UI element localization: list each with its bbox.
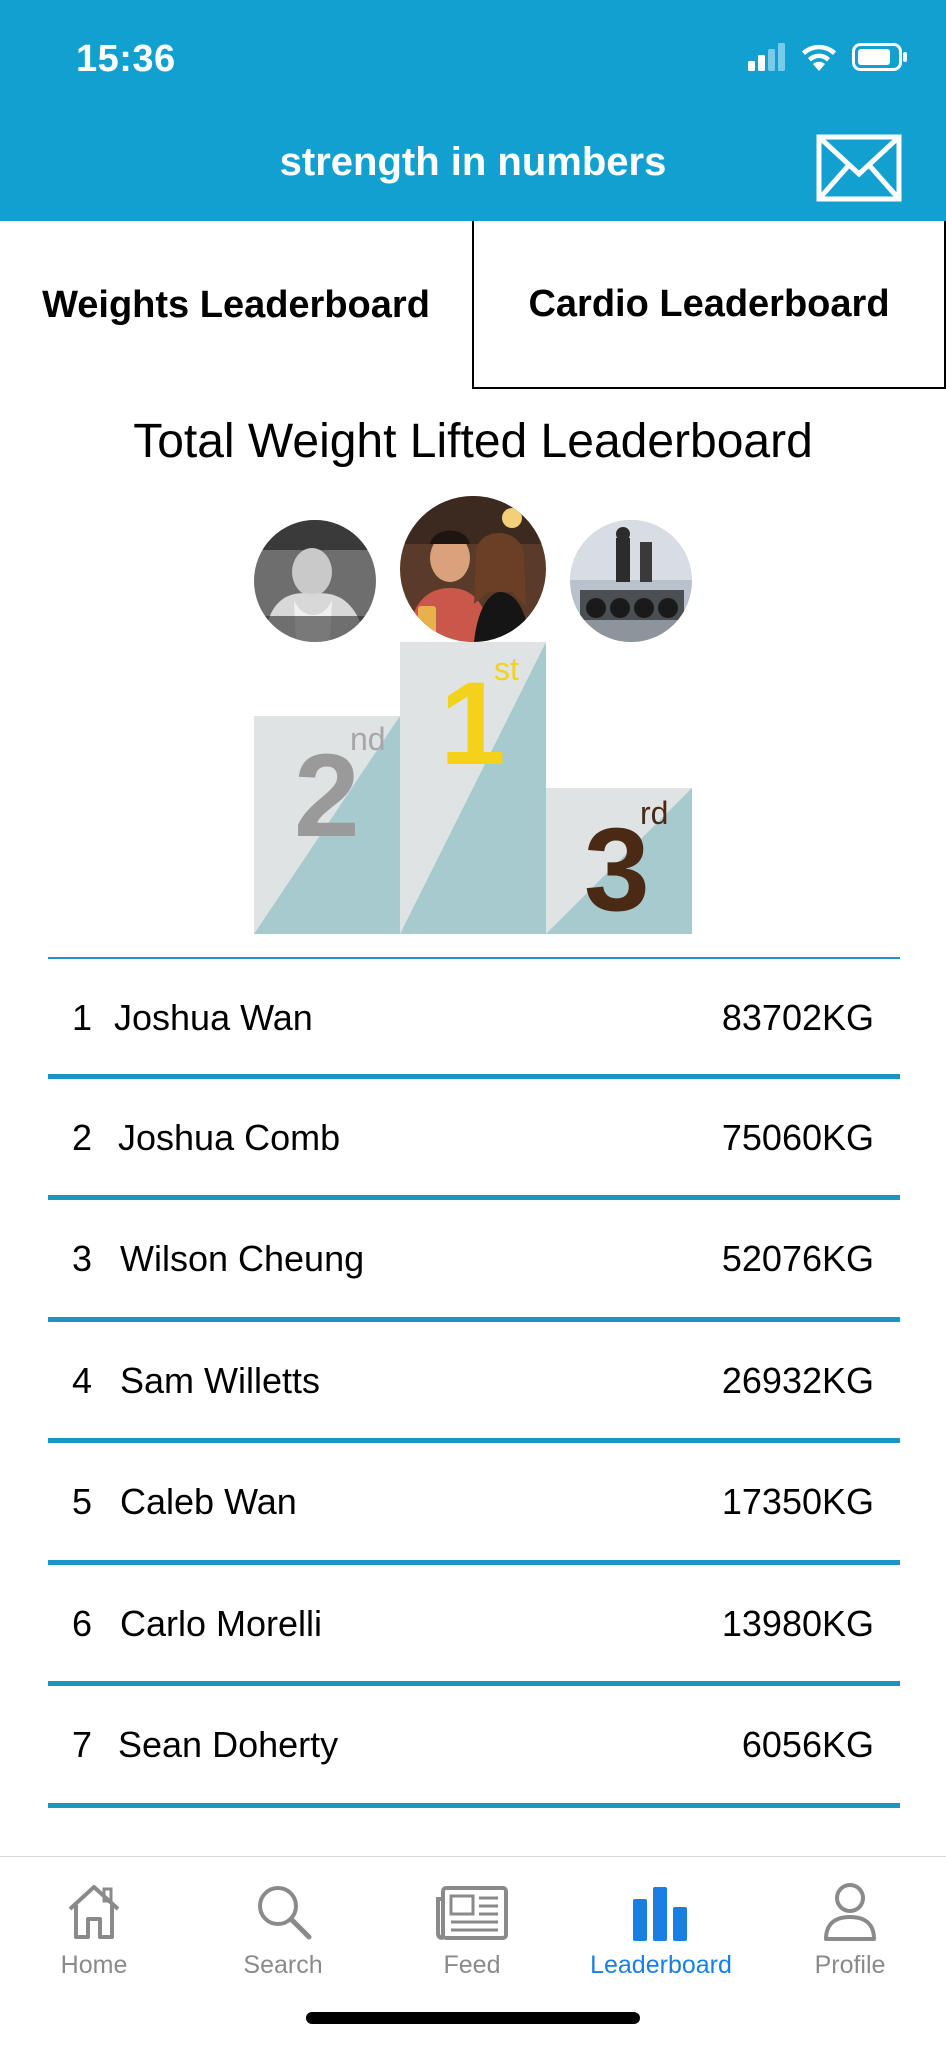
bar-chart-icon [633,1887,687,1941]
row-rank: 5 [72,1481,93,1522]
envelope-icon [816,134,902,202]
row-rank: 2 [72,1116,93,1158]
leaderboard-list: 1 Joshua Wan 83702KG 2 Joshua Comb 75060… [48,957,900,1808]
table-row[interactable]: 1 Joshua Wan 83702KG [48,957,900,1079]
nav-profile[interactable]: Profile [760,1875,940,1980]
row-rank: 7 [72,1724,93,1765]
row-name: Caleb Wan [120,1481,297,1522]
podium-first-suffix: st [494,651,519,687]
status-icons [746,42,908,72]
status-time: 15:36 [76,38,176,80]
app-header: 15:36 strength in numbers [0,0,946,221]
table-row[interactable]: 4 Sam Willetts 26932KG [48,1322,900,1443]
table-row[interactable]: 3 Wilson Cheung 52076KG [48,1200,900,1322]
row-name: Sam Willetts [120,1359,321,1401]
table-row[interactable]: 7 Sean Doherty 6056KG [48,1686,900,1808]
row-score: 17350KG [721,1481,874,1522]
row-score: 75060KG [721,1116,874,1158]
podium-block-first: 1 st [400,642,546,934]
row-name: Joshua Comb [118,1116,341,1158]
nav-search-label: Search [243,1951,323,1979]
home-indicator[interactable] [306,2012,640,2024]
row-name: Wilson Cheung [120,1238,365,1279]
signal-icon [748,43,785,71]
nav-leaderboard[interactable]: Leaderboard [571,1875,751,1980]
podium-graphic: 2 nd 1 st 3 rd [254,640,692,936]
nav-leaderboard-label: Leaderboard [590,1951,732,1979]
nav-feed[interactable]: Feed [382,1875,562,1980]
tab-weights-leaderboard[interactable]: Weights Leaderboard [0,221,472,389]
nav-search[interactable]: Search [193,1875,373,1980]
newspaper-icon [436,1886,508,1940]
row-name: Joshua Wan [114,997,313,1038]
avatar-second-place[interactable] [254,520,376,642]
person-icon [824,1883,876,1941]
row-rank: 4 [72,1359,93,1401]
avatar-third-place[interactable] [570,520,692,642]
avatar-first-place[interactable] [400,496,546,642]
battery-icon [852,43,907,71]
nav-profile-label: Profile [814,1951,886,1979]
row-name: Sean Doherty [118,1724,339,1765]
table-row[interactable]: 5 Caleb Wan 17350KG [48,1443,900,1565]
row-score: 13980KG [721,1602,874,1644]
table-row[interactable]: 6 Carlo Morelli 13980KG [48,1565,900,1686]
row-score: 6056KG [741,1724,874,1765]
row-score: 52076KG [721,1238,874,1279]
wifi-icon [802,44,836,71]
app-title: strength in numbers [279,140,667,184]
nav-home[interactable]: Home [4,1875,184,1980]
home-icon [68,1885,120,1939]
leaderboard-tabs: Weights Leaderboard Cardio Leaderboard [0,221,946,389]
row-score: 83702KG [721,997,874,1038]
podium-third-suffix: rd [640,795,668,831]
nav-feed-label: Feed [443,1951,501,1979]
podium-second-suffix: nd [350,721,386,757]
tab-cardio-leaderboard[interactable]: Cardio Leaderboard [472,221,946,389]
row-rank: 1 [72,997,93,1038]
row-score: 26932KG [721,1359,874,1401]
table-row[interactable]: 2 Joshua Comb 75060KG [48,1079,900,1200]
podium-block-third: 3 rd [546,788,692,936]
search-icon [258,1886,312,1940]
row-name: Carlo Morelli [120,1602,323,1644]
podium-block-second: 2 nd [254,716,400,934]
nav-home-label: Home [60,1951,128,1979]
row-rank: 3 [72,1238,93,1279]
row-rank: 6 [72,1602,93,1644]
board-title: Total Weight Lifted Leaderboard [133,415,813,468]
mail-button[interactable] [816,134,902,202]
